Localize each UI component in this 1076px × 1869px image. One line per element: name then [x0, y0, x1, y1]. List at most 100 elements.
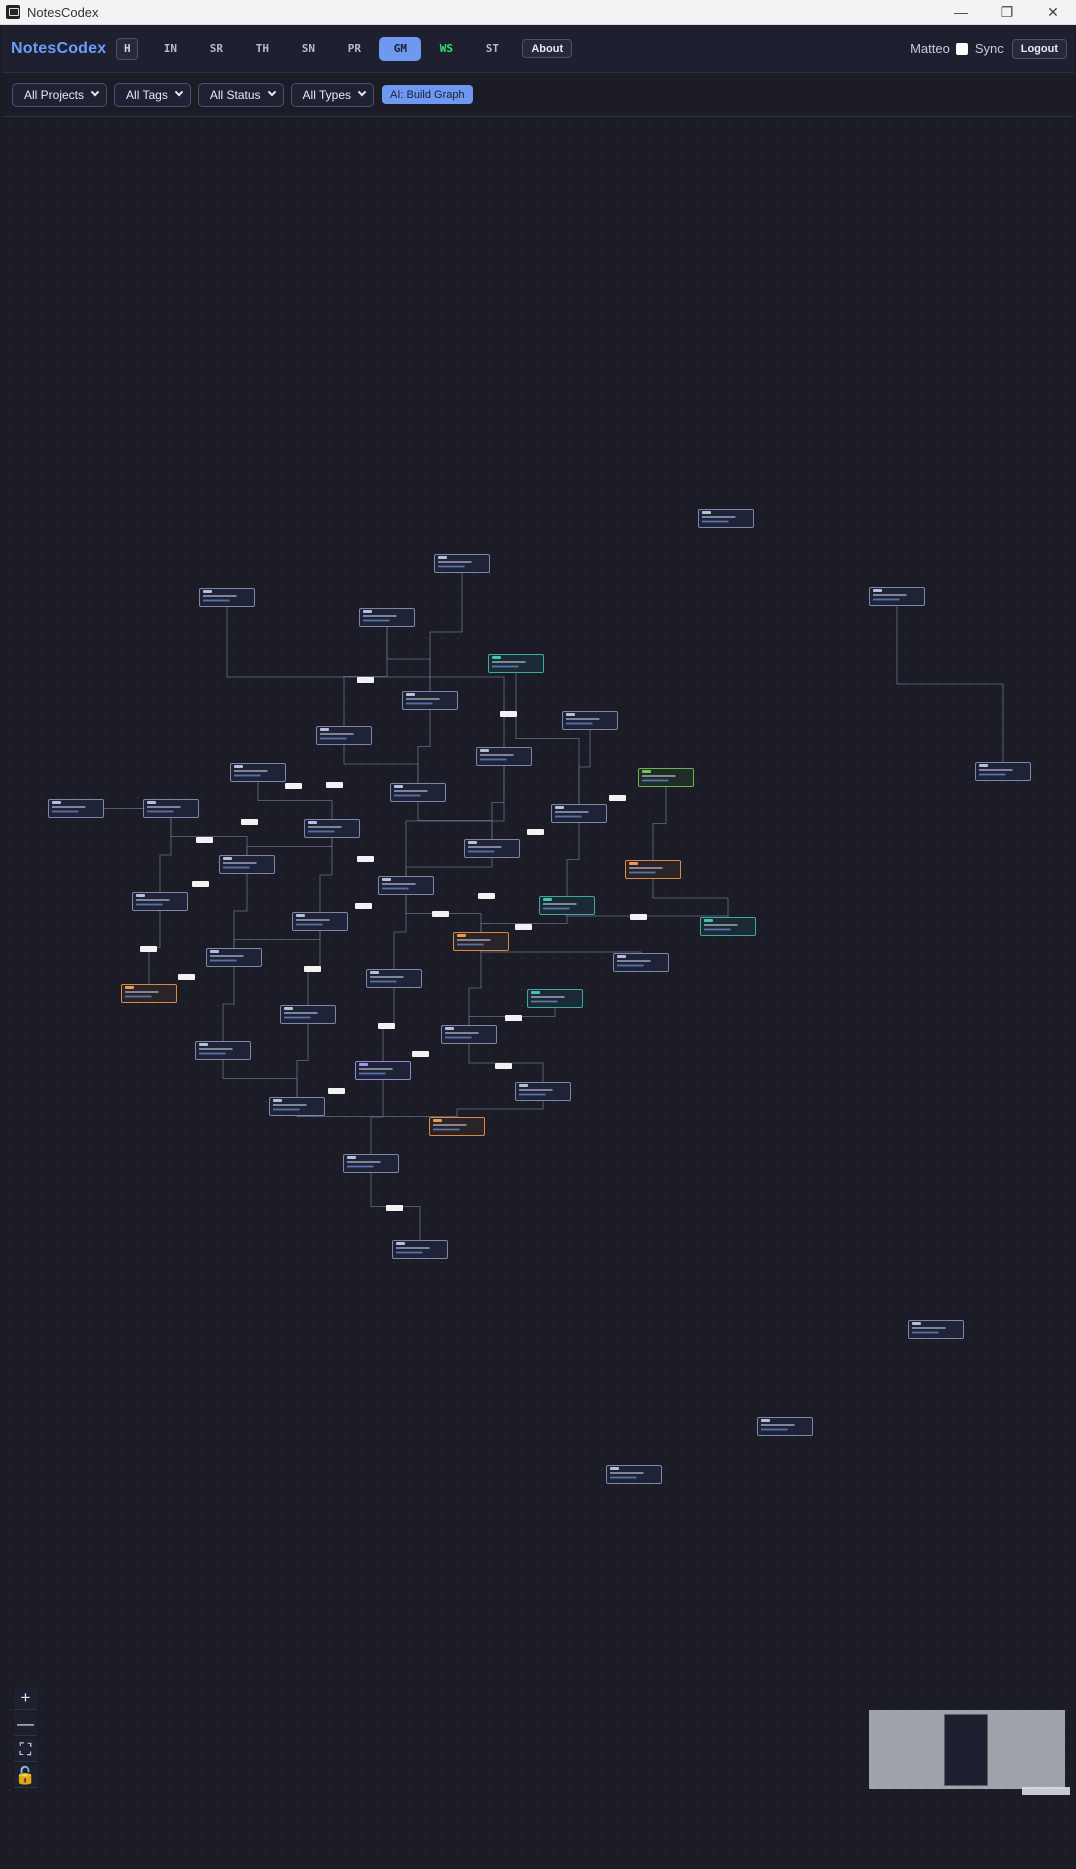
- graph-node[interactable]: [359, 608, 415, 627]
- zoom-in-button[interactable]: +: [14, 1687, 37, 1710]
- tags-filter[interactable]: All Tags: [114, 82, 191, 107]
- graph-node[interactable]: [539, 896, 595, 915]
- graph-node[interactable]: [453, 932, 509, 951]
- tab-th[interactable]: TH: [241, 37, 283, 61]
- window-titlebar: NotesCodex — ❐ ✕: [0, 0, 1076, 25]
- node-title-line: [468, 846, 516, 848]
- brand-logo[interactable]: NotesCodex: [11, 40, 106, 58]
- graph-node[interactable]: [441, 1025, 497, 1044]
- graph-node[interactable]: [562, 711, 618, 730]
- graph-node[interactable]: [698, 509, 754, 528]
- graph-node[interactable]: [343, 1154, 399, 1173]
- node-title-line: [492, 661, 540, 663]
- close-icon[interactable]: ✕: [1030, 0, 1076, 25]
- logout-button[interactable]: Logout: [1011, 38, 1067, 59]
- tab-ws[interactable]: WS: [425, 37, 467, 61]
- graph-node[interactable]: [199, 588, 255, 607]
- restore-icon[interactable]: ❐: [984, 0, 1030, 25]
- about-button[interactable]: About: [522, 39, 573, 58]
- graph-node[interactable]: [402, 691, 458, 710]
- graph-node[interactable]: [515, 1082, 571, 1101]
- graph-node[interactable]: [304, 819, 360, 838]
- tab-sr[interactable]: SR: [195, 37, 237, 61]
- graph-node[interactable]: [429, 1117, 485, 1136]
- graph-node[interactable]: [975, 762, 1031, 781]
- graph-canvas[interactable]: [2, 118, 1074, 1867]
- graph-edge: [566, 823, 580, 896]
- graph-node[interactable]: [638, 768, 694, 787]
- graph-node[interactable]: [434, 554, 490, 573]
- sync-checkbox[interactable]: [955, 42, 968, 55]
- graph-node[interactable]: [195, 1041, 251, 1060]
- graph-node[interactable]: [527, 989, 583, 1008]
- minimap[interactable]: [869, 1710, 1065, 1789]
- fit-view-button[interactable]: ⛶: [14, 1739, 37, 1762]
- node-type-badge: [52, 801, 61, 804]
- node-type-badge: [370, 971, 379, 974]
- edge-label: [412, 1051, 429, 1057]
- tab-in[interactable]: IN: [149, 37, 191, 61]
- graph-node[interactable]: [316, 726, 372, 745]
- node-title-line: [629, 867, 677, 869]
- graph-node[interactable]: [280, 1005, 336, 1024]
- graph-node[interactable]: [390, 783, 446, 802]
- edge-label: [478, 893, 495, 899]
- graph-node[interactable]: [613, 953, 669, 972]
- node-tags-line: [519, 1093, 567, 1096]
- graph-edge: [652, 879, 729, 917]
- window-controls: — ❐ ✕: [938, 0, 1076, 25]
- graph-node[interactable]: [132, 892, 188, 911]
- zoom-out-button[interactable]: —: [14, 1713, 37, 1736]
- graph-node[interactable]: [869, 587, 925, 606]
- graph-node[interactable]: [230, 763, 286, 782]
- graph-node[interactable]: [606, 1465, 662, 1484]
- graph-node[interactable]: [488, 654, 544, 673]
- graph-node[interactable]: [48, 799, 104, 818]
- graph-node[interactable]: [700, 917, 756, 936]
- edge-label: [241, 819, 258, 825]
- graph-node[interactable]: [355, 1061, 411, 1080]
- projects-filter[interactable]: All Projects: [12, 82, 108, 107]
- node-tags-line: [210, 959, 258, 962]
- graph-node[interactable]: [464, 839, 520, 858]
- home-button[interactable]: H: [116, 37, 139, 60]
- graph-node[interactable]: [219, 855, 275, 874]
- graph-node[interactable]: [757, 1417, 813, 1436]
- minimap-viewport[interactable]: [944, 1714, 988, 1786]
- status-filter-value: All Status: [209, 87, 261, 102]
- node-type-badge: [210, 950, 219, 953]
- lock-button[interactable]: 🔓: [14, 1765, 37, 1788]
- edge-label: [192, 881, 209, 887]
- node-tags-line: [284, 1016, 332, 1019]
- edge-label: [378, 1023, 395, 1029]
- tab-pr[interactable]: PR: [333, 37, 375, 61]
- graph-node[interactable]: [378, 876, 434, 895]
- node-title-line: [704, 924, 752, 926]
- node-title-line: [555, 811, 603, 813]
- tab-gm[interactable]: GM: [379, 36, 422, 61]
- graph-node[interactable]: [908, 1320, 964, 1339]
- ai-build-graph-button[interactable]: AI: Build Graph: [382, 85, 473, 104]
- graph-node[interactable]: [476, 747, 532, 766]
- graph-node[interactable]: [625, 860, 681, 879]
- edge-label: [386, 1205, 403, 1211]
- node-tags-line: [702, 520, 750, 523]
- tab-sn[interactable]: SN: [287, 37, 329, 61]
- node-title-line: [273, 1104, 321, 1106]
- edge-label: [178, 974, 195, 980]
- graph-node[interactable]: [366, 969, 422, 988]
- graph-node[interactable]: [292, 912, 348, 931]
- status-filter[interactable]: All Status: [197, 82, 284, 107]
- tab-st[interactable]: ST: [471, 37, 513, 61]
- graph-edge: [319, 838, 333, 912]
- graph-node[interactable]: [206, 948, 262, 967]
- graph-node[interactable]: [121, 984, 177, 1003]
- node-tags-line: [445, 1036, 493, 1039]
- graph-node[interactable]: [269, 1097, 325, 1116]
- graph-node[interactable]: [551, 804, 607, 823]
- types-filter[interactable]: All Types: [290, 82, 375, 107]
- minimize-icon[interactable]: —: [938, 0, 984, 25]
- node-tags-line: [203, 599, 251, 602]
- graph-node[interactable]: [143, 799, 199, 818]
- graph-node[interactable]: [392, 1240, 448, 1259]
